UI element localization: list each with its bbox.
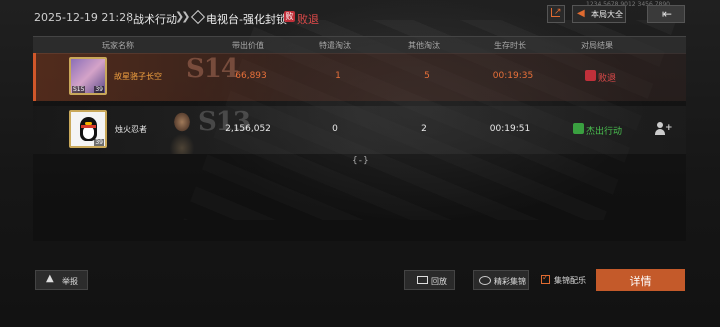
special-kills: 0 [332,124,338,134]
column-header-value: 带出价值 [232,41,264,50]
success-badge-icon [573,123,584,134]
survival-time: 00:19:35 [492,71,534,81]
share-button[interactable]: ↗ [547,5,565,23]
level-badge: 39 [94,139,104,146]
game-mode: 战术行动 [133,13,177,26]
column-header-survival-time: 生存时长 [494,41,526,50]
divider [128,12,129,23]
other-kills: 2 [421,124,427,134]
map-diamond-icon [190,9,206,25]
column-header-other-kills: 其他淘汰 [408,41,440,50]
match-collection-button[interactable]: ◀ 本局大全 [572,5,626,23]
replay-screen-icon [417,276,428,284]
report-button[interactable]: ▲ 举报 [35,270,88,290]
column-header-result: 对局结果 [581,41,613,50]
highlights-label: 精彩集锦 [494,277,526,286]
player-name: 烛火忍者 [115,125,147,134]
table-header: 玩家名称 带出价值 特遣淘汰 其他淘汰 生存时长 对局结果 [33,36,686,54]
megaphone-icon: ◀ [577,8,585,19]
chevron-right-icon: ❯❯ [175,10,191,23]
add-friend-icon[interactable]: + [655,122,673,136]
season-level-badge: S15 [72,86,86,93]
survival-time: 00:19:51 [489,124,531,134]
avatar[interactable]: S15 39 [69,57,107,95]
top-bar: 2025-12-19 21:28 战术行动 ❯❯ 电视台-强化封锁 败 败退 1… [0,0,720,34]
map-name: 电视台-强化封锁 [206,13,287,26]
match-datetime: 2025-12-19 21:28 [34,11,134,24]
other-kills: 5 [424,71,430,81]
carried-value: 66,893 [235,71,267,81]
operator-portrait [165,106,199,154]
defeat-badge-icon: 败 [284,11,295,22]
level-badge: 39 [94,86,104,93]
row-result: 杰出行动 [586,127,623,137]
highlight-music-label: 集锦配乐 [554,276,586,285]
carried-value: 2,156,052 [225,124,271,134]
penguin-avatar-icon [80,117,97,141]
details-label: 详情 [629,275,652,288]
match-collection-label: 本局大全 [591,10,623,19]
details-button[interactable]: 详情 [596,269,685,291]
column-header-player: 玩家名称 [102,41,134,50]
highlights-eye-icon [479,276,491,285]
match-result: 败退 [297,13,319,26]
replay-label: 回放 [431,277,447,286]
replay-button[interactable]: 回放 [404,270,455,290]
highlights-button[interactable]: 精彩集锦 [473,270,529,290]
loading-indicator: {-} [352,156,370,166]
special-kills: 1 [335,71,341,81]
defeat-badge-icon [585,70,596,81]
avatar[interactable]: 39 [69,110,107,148]
report-label: 举报 [62,277,78,286]
checkbox-checked-icon[interactable] [541,273,550,284]
exit-button[interactable]: ⇤ [647,5,685,23]
highlight-music-checkbox[interactable]: 集锦配乐 [537,270,592,290]
row-result: 败退 [598,74,617,84]
player-name: 故星骆子长空 [114,72,162,81]
column-header-special-kills: 特遣淘汰 [319,41,351,50]
table-row[interactable]: 39 烛火忍者 S13 2,156,052 0 2 00:19:51 杰出行动 … [33,106,686,154]
table-row[interactable]: S15 39 故星骆子长空 S14 66,893 1 5 00:19:35 败退 [33,53,686,101]
warning-icon: ▲ [46,273,54,284]
scoreboard-table: 玩家名称 带出价值 特遣淘汰 其他淘汰 生存时长 对局结果 S15 39 故星骆… [33,36,686,241]
exit-arrow-icon: ⇤ [662,7,673,21]
